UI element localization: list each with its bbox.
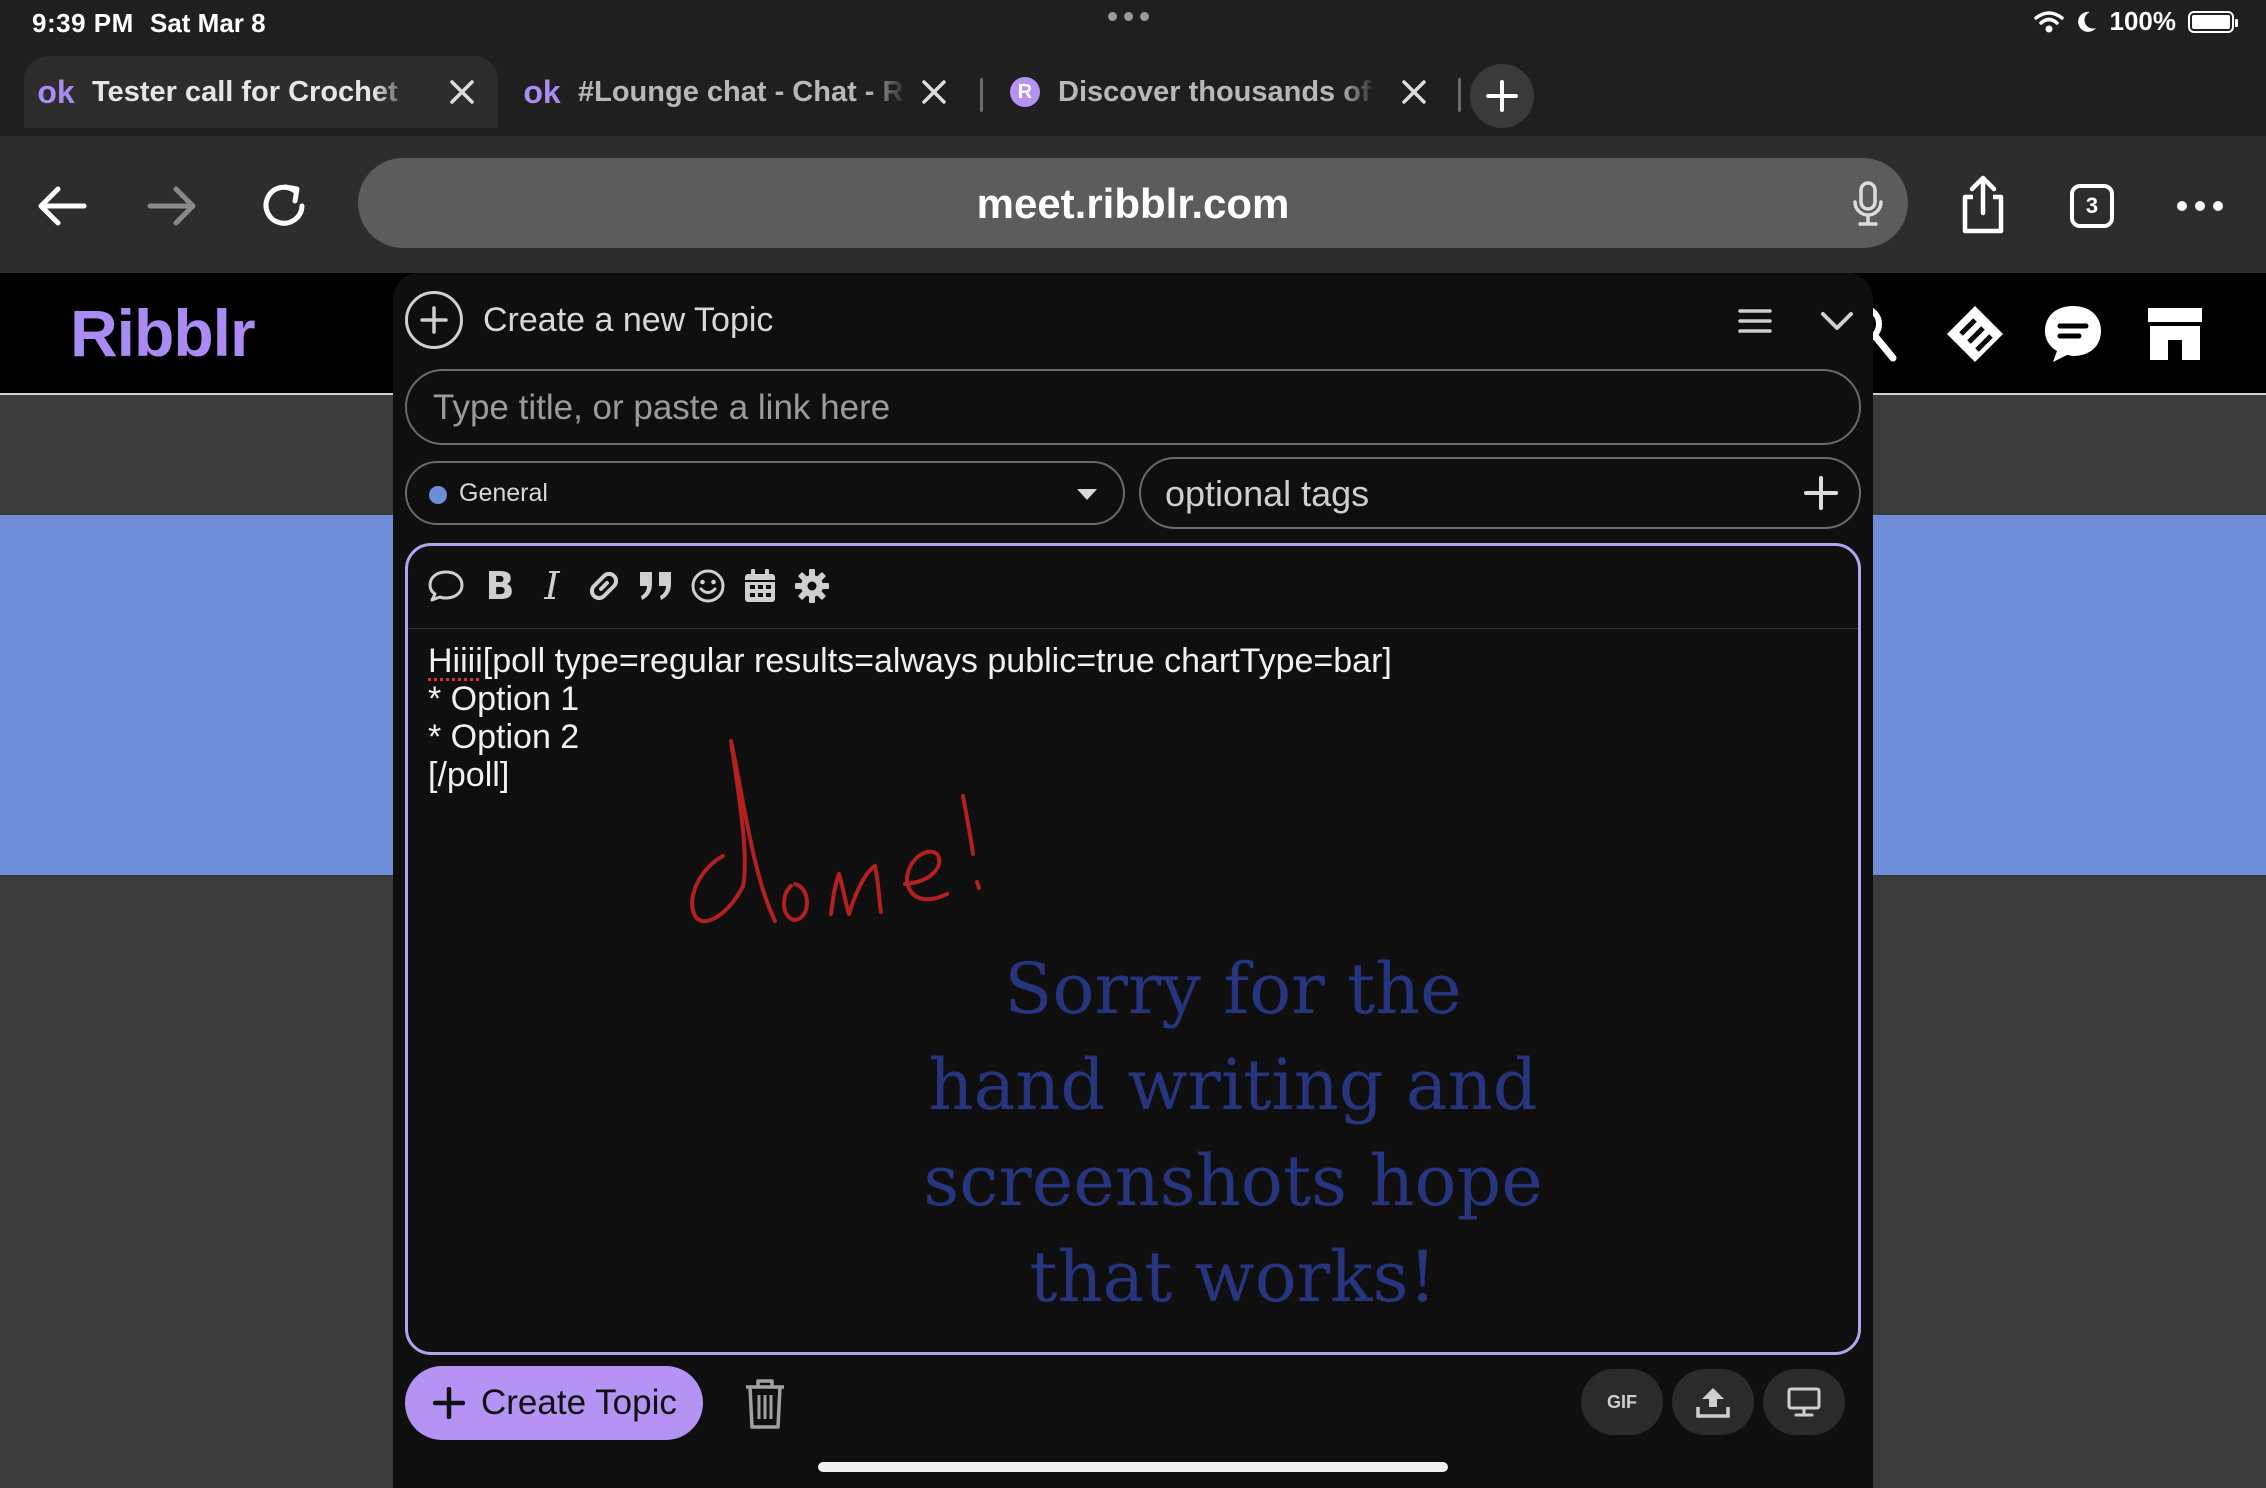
misspelled-word: Hiiii (428, 642, 483, 680)
composer-title: Create a new Topic (483, 301, 774, 339)
tab-divider (1458, 78, 1461, 112)
chevron-down-icon[interactable] (1817, 301, 1857, 341)
composer-header: Create a new Topic (405, 291, 1861, 351)
topic-title-field[interactable] (405, 369, 1861, 445)
tab-count: 3 (2070, 184, 2114, 228)
arrow-right-icon (147, 186, 196, 226)
share-icon (1962, 175, 2004, 234)
site-logo[interactable]: Ribblr (70, 295, 256, 371)
reload-button[interactable] (252, 174, 316, 238)
battery-icon (2188, 10, 2238, 33)
shop-icon[interactable] (2140, 299, 2210, 369)
preview-button[interactable] (1763, 1369, 1845, 1435)
status-date: Sat Mar 8 (150, 8, 266, 38)
microphone-icon[interactable] (1850, 180, 1886, 228)
address-bar[interactable]: meet.ribblr.com (358, 158, 1908, 248)
ravelry-favicon-icon: R (1010, 77, 1040, 107)
link-icon[interactable] (582, 564, 626, 608)
plus-icon (433, 1387, 465, 1419)
close-icon[interactable] (444, 74, 480, 110)
plus-icon (1486, 80, 1518, 112)
topic-title-input[interactable] (431, 371, 1825, 445)
upload-icon (1696, 1388, 1730, 1418)
ok-favicon-icon: ok (523, 73, 561, 110)
tab-label: Tester call for Crochet (92, 75, 398, 108)
bold-icon[interactable]: B (478, 564, 522, 608)
browser-tab-bar: ok Tester call for Crochet ok #Lounge ch… (0, 48, 2266, 136)
editor-line-3: * Option 2 (428, 718, 580, 756)
reload-icon (263, 184, 305, 226)
create-topic-label: Create Topic (481, 1383, 677, 1422)
chat-icon[interactable] (2038, 299, 2108, 369)
italic-icon[interactable]: I (530, 564, 574, 608)
trash-icon[interactable] (740, 1377, 790, 1431)
handwritten-done-annotation (690, 739, 981, 924)
tab-label: #Lounge chat - Chat - R (578, 75, 904, 108)
ellipsis-icon (2177, 201, 2223, 211)
battery-percent: 100% (2109, 6, 2177, 36)
new-tab-button[interactable] (1470, 64, 1534, 128)
tab-lounge-chat[interactable]: ok #Lounge chat - Chat - R (510, 56, 970, 128)
tab-label: Discover thousands of c (1058, 75, 1378, 108)
quote-bubble-icon[interactable] (424, 564, 468, 608)
ok-favicon-icon: ok (37, 73, 75, 110)
editor-line-2: * Option 1 (428, 680, 580, 718)
patterns-icon[interactable] (1940, 299, 2010, 369)
status-bar: 9:39 PM Sat Mar 8 100% (0, 0, 2266, 48)
close-icon[interactable] (1396, 74, 1432, 110)
new-topic-icon (405, 291, 463, 349)
multitasking-dots-icon[interactable] (1108, 12, 1149, 21)
tab-tester-call[interactable]: ok Tester call for Crochet (24, 56, 498, 128)
blockquote-icon[interactable] (634, 564, 678, 608)
arrow-left-icon (38, 186, 87, 226)
editor-line-1: [poll type=regular results=always public… (482, 642, 1392, 680)
upload-button[interactable] (1672, 1369, 1754, 1435)
hamburger-menu-icon[interactable] (1735, 301, 1775, 341)
caret-down-icon (1077, 489, 1097, 500)
category-dropdown[interactable]: General (405, 461, 1125, 525)
tab-discover[interactable]: R Discover thousands of c (990, 56, 1450, 128)
close-icon[interactable] (916, 74, 952, 110)
gif-button[interactable]: GIF (1581, 1369, 1663, 1435)
handwritten-note: Sorry for the hand writing and screensho… (923, 948, 1543, 1318)
forward-button[interactable] (142, 176, 202, 236)
more-menu-button[interactable] (2172, 178, 2228, 234)
create-topic-button[interactable]: Create Topic (405, 1366, 703, 1440)
editor-line-4: [/poll] (428, 756, 510, 794)
category-color-dot (429, 486, 447, 504)
tab-divider (980, 78, 983, 112)
editor-toolbar: B I (408, 546, 1858, 629)
wifi-icon (2033, 10, 2064, 32)
status-right: 100% (2033, 6, 2238, 37)
monitor-icon (1787, 1387, 1821, 1417)
post-editor[interactable]: B I Hiiii[poll type=regular results=alwa… (405, 543, 1861, 1355)
url-text: meet.ribblr.com (976, 180, 1290, 227)
tags-field[interactable] (1139, 457, 1861, 529)
share-button[interactable] (1952, 172, 2014, 238)
plus-icon[interactable] (1803, 475, 1839, 511)
home-indicator[interactable] (818, 1462, 1448, 1472)
tags-input[interactable] (1163, 459, 1767, 529)
gear-icon[interactable] (790, 564, 834, 608)
emoji-icon[interactable] (686, 564, 730, 608)
browser-toolbar: meet.ribblr.com 3 (0, 136, 2266, 273)
status-time: 9:39 PM (32, 8, 134, 38)
calendar-icon[interactable] (738, 564, 782, 608)
moon-icon (2077, 11, 2096, 32)
category-label: General (459, 479, 548, 507)
back-button[interactable] (32, 176, 92, 236)
topic-composer: Create a new Topic General B I (393, 273, 1873, 1488)
tab-overview-button[interactable]: 3 (2064, 178, 2120, 234)
